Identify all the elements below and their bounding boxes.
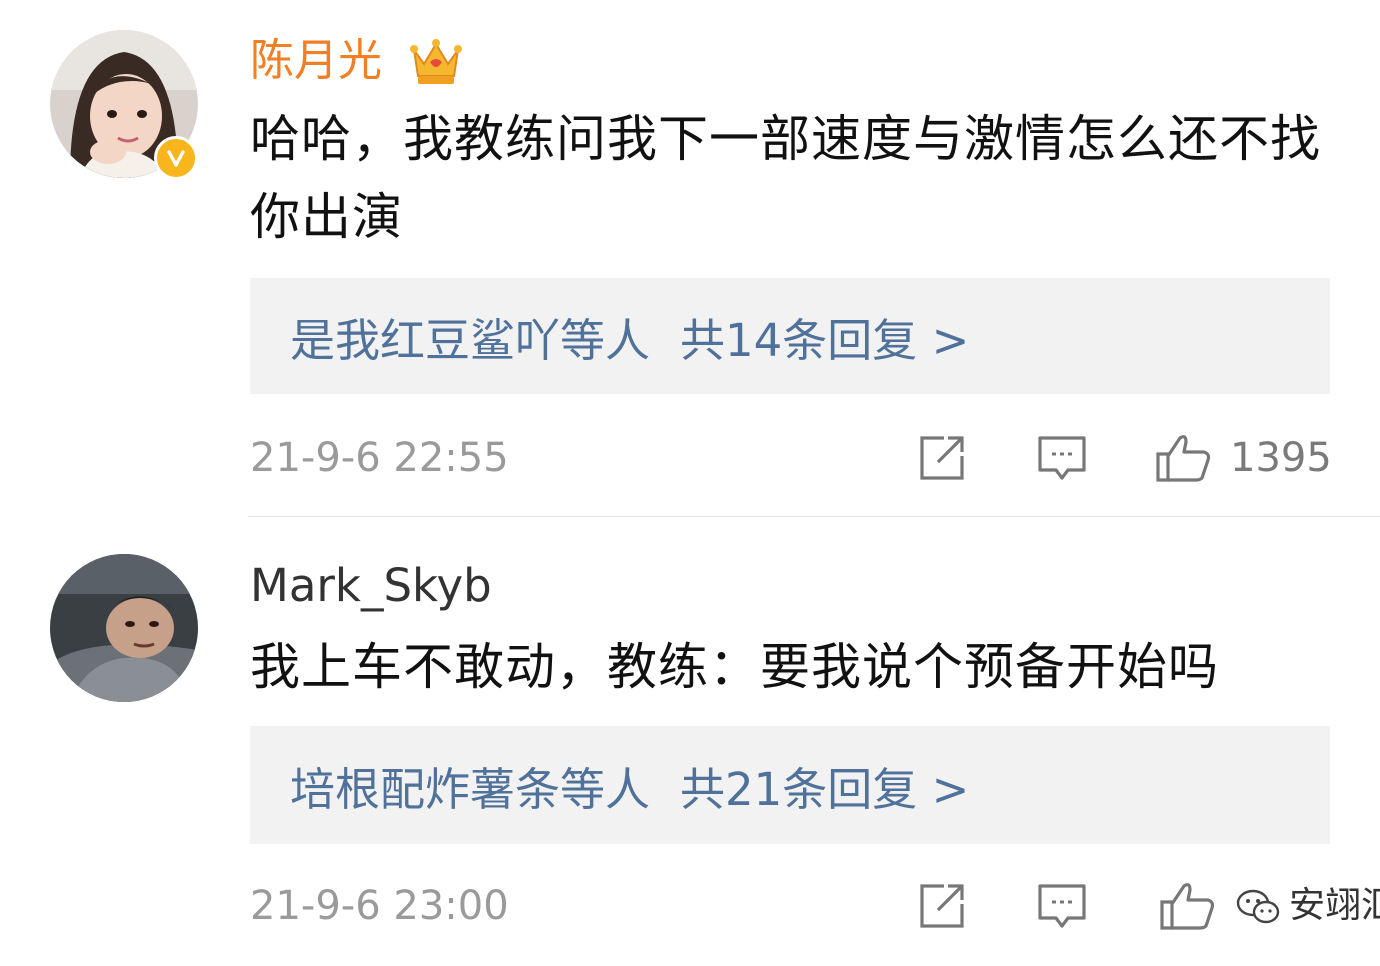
- share-icon[interactable]: [916, 880, 968, 932]
- v-badge-icon: [154, 136, 198, 180]
- reply-summary[interactable]: 是我红豆鲨吖等人 共14条回复 >: [250, 278, 1330, 394]
- reply-users: 是我红豆鲨吖等人: [290, 313, 651, 367]
- watermark: 安翊汇: [1235, 876, 1380, 936]
- comment-item: Mark_Skyb 我上车不敢动，教练：要我说个预备开始吗 培根配炸薯条等人 共…: [0, 518, 1380, 966]
- divider: [248, 516, 1380, 517]
- comment-icon[interactable]: [1036, 880, 1088, 932]
- comment-actions: 21-9-6 22:55 1395: [250, 428, 1332, 488]
- comment-item: 陈月光 哈哈，我教练问我下一部速度与激情怎么还不找你出演 是我红豆鲨吖等人 共1…: [0, 0, 1380, 517]
- reply-count-link[interactable]: 共21条回复 >: [680, 753, 969, 818]
- comment-actions: 21-9-6 23:00 安翊汇: [250, 876, 1380, 936]
- reply-users: 培根配炸薯条等人: [290, 762, 651, 816]
- like-count: 1395: [1230, 435, 1332, 481]
- comment-text: 哈哈，我教练问我下一部速度与激情怎么还不找你出演: [250, 110, 1321, 246]
- reply-count-link[interactable]: 共14条回复 >: [680, 304, 969, 369]
- timestamp: 21-9-6 22:55: [250, 435, 509, 481]
- crown-icon: [410, 39, 462, 84]
- thumbs-up-icon[interactable]: [1158, 880, 1218, 932]
- avatar[interactable]: [50, 554, 198, 702]
- watermark-text: 安翊汇: [1289, 885, 1380, 926]
- username[interactable]: Mark_Skyb: [250, 558, 492, 614]
- comment-text: 我上车不敢动，教练：要我说个预备开始吗: [250, 638, 1219, 696]
- reply-summary[interactable]: 培根配炸薯条等人 共21条回复 >: [250, 726, 1330, 844]
- comment-icon[interactable]: [1036, 432, 1088, 484]
- wechat-icon: [1236, 889, 1280, 924]
- thumbs-up-icon[interactable]: [1154, 432, 1214, 484]
- timestamp: 21-9-6 23:00: [250, 883, 509, 929]
- share-icon[interactable]: [916, 432, 968, 484]
- username[interactable]: 陈月光: [250, 33, 382, 89]
